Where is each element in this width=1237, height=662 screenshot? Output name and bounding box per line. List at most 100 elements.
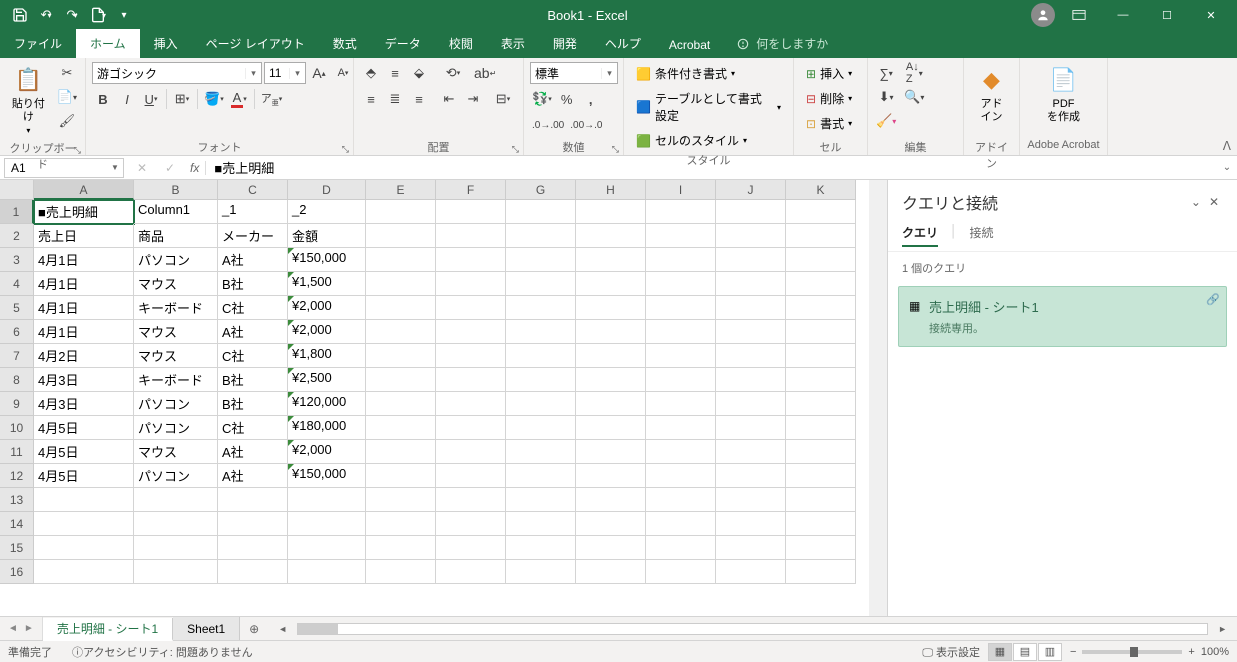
cell[interactable]	[506, 512, 576, 536]
page-break-view-button[interactable]: ▥	[1038, 643, 1062, 661]
expand-formula-bar[interactable]: ⌄	[1217, 162, 1237, 173]
cell[interactable]	[366, 368, 436, 392]
cell[interactable]	[786, 512, 856, 536]
align-top-button[interactable]: ⬘	[360, 62, 382, 84]
cell[interactable]: 4月5日	[34, 440, 134, 464]
decrease-decimal-button[interactable]: .00→.0	[568, 114, 604, 136]
cell[interactable]	[716, 296, 786, 320]
cell[interactable]	[576, 224, 646, 248]
cell[interactable]: 4月2日	[34, 344, 134, 368]
cell[interactable]	[716, 344, 786, 368]
zoom-in-button[interactable]: +	[1188, 646, 1194, 658]
zoom-out-button[interactable]: −	[1070, 646, 1076, 658]
cell[interactable]	[786, 392, 856, 416]
row-header[interactable]: 8	[0, 368, 34, 392]
cell[interactable]	[218, 536, 288, 560]
ribbon-tab-データ[interactable]: データ	[371, 29, 435, 58]
cell[interactable]	[506, 368, 576, 392]
row-header[interactable]: 13	[0, 488, 34, 512]
qat-customize[interactable]: ▾	[112, 3, 136, 27]
ribbon-tab-ファイル[interactable]: ファイル	[0, 29, 76, 58]
ribbon-tab-ページ レイアウト[interactable]: ページ レイアウト	[192, 29, 319, 58]
cell[interactable]: 4月1日	[34, 248, 134, 272]
find-select-button[interactable]: 🔍▾	[902, 86, 926, 108]
cell[interactable]: A社	[218, 440, 288, 464]
cell[interactable]	[34, 536, 134, 560]
cell[interactable]: キーボード	[134, 368, 218, 392]
cell[interactable]	[576, 368, 646, 392]
clipboard-dialog-launcher[interactable]: ⤡	[74, 145, 81, 156]
cell[interactable]: ■売上明細	[34, 200, 134, 224]
cell[interactable]: 4月3日	[34, 392, 134, 416]
cell[interactable]	[576, 536, 646, 560]
cell[interactable]: 商品	[134, 224, 218, 248]
column-header-G[interactable]: G	[506, 180, 576, 200]
cell[interactable]	[576, 512, 646, 536]
cell[interactable]	[716, 560, 786, 584]
cell[interactable]	[436, 440, 506, 464]
row-header[interactable]: 3	[0, 248, 34, 272]
border-button[interactable]: ⊞▾	[171, 88, 193, 110]
name-box[interactable]: A1▼	[4, 158, 124, 178]
font-color-button[interactable]: A▾	[228, 88, 250, 110]
cell[interactable]	[786, 224, 856, 248]
cell[interactable]	[436, 488, 506, 512]
horizontal-scrollbar[interactable]	[297, 623, 1208, 635]
ribbon-tab-挿入[interactable]: 挿入	[140, 29, 192, 58]
accessibility-status[interactable]: アクセシビリティ: 問題ありません	[83, 644, 253, 660]
cell[interactable]	[716, 248, 786, 272]
cell[interactable]	[646, 296, 716, 320]
cell[interactable]	[716, 488, 786, 512]
conditional-formatting-button[interactable]: 🟨条件付き書式 ▾	[630, 62, 741, 85]
tell-me-search[interactable]: 何をしますか	[724, 29, 840, 58]
cell[interactable]	[506, 320, 576, 344]
ribbon-tab-ホーム[interactable]: ホーム	[76, 29, 140, 58]
underline-button[interactable]: U▾	[140, 88, 162, 110]
fill-button[interactable]: ⬇ ▾	[874, 86, 898, 108]
cell[interactable]	[716, 440, 786, 464]
cell[interactable]: 金額	[288, 224, 366, 248]
cell[interactable]	[436, 224, 506, 248]
hscroll-left[interactable]: ◄	[278, 624, 287, 634]
cell[interactable]	[34, 488, 134, 512]
row-header[interactable]: 15	[0, 536, 34, 560]
cell[interactable]	[506, 488, 576, 512]
minimize-button[interactable]: —	[1103, 1, 1143, 29]
font-size-combo[interactable]: 11▾	[264, 62, 306, 84]
cell[interactable]	[646, 392, 716, 416]
cell[interactable]	[576, 440, 646, 464]
cell[interactable]: マウス	[134, 272, 218, 296]
cell[interactable]	[576, 248, 646, 272]
bold-button[interactable]: B	[92, 88, 114, 110]
cell[interactable]	[716, 368, 786, 392]
cell[interactable]	[436, 464, 506, 488]
cell[interactable]: C社	[218, 296, 288, 320]
sort-filter-button[interactable]: A↓Z▾	[902, 62, 926, 84]
cell[interactable]	[576, 272, 646, 296]
create-pdf-button[interactable]: 📄 PDF を作成	[1043, 62, 1084, 126]
cell[interactable]	[786, 560, 856, 584]
cell[interactable]: マウス	[134, 320, 218, 344]
cell[interactable]	[366, 512, 436, 536]
cell[interactable]	[218, 512, 288, 536]
cell[interactable]	[646, 344, 716, 368]
decrease-font-button[interactable]: A▾	[332, 62, 354, 84]
ribbon-tab-表示[interactable]: 表示	[487, 29, 539, 58]
row-header[interactable]: 14	[0, 512, 34, 536]
accounting-button[interactable]: 💱▾	[530, 88, 554, 110]
cell[interactable]	[646, 272, 716, 296]
cell[interactable]	[436, 200, 506, 224]
cell[interactable]: B社	[218, 392, 288, 416]
cell[interactable]	[366, 536, 436, 560]
cell[interactable]	[786, 536, 856, 560]
cell[interactable]	[366, 344, 436, 368]
cell[interactable]	[576, 464, 646, 488]
cell[interactable]: ¥2,000	[288, 320, 366, 344]
display-settings-button[interactable]: 🖵 表示設定	[922, 644, 980, 660]
align-bottom-button[interactable]: ⬙	[408, 62, 430, 84]
cell[interactable]	[134, 536, 218, 560]
cell[interactable]	[786, 272, 856, 296]
sheet-nav-prev[interactable]: ◄	[6, 621, 20, 636]
cut-button[interactable]: ✂	[55, 62, 79, 84]
ribbon-tab-Acrobat[interactable]: Acrobat	[655, 32, 724, 58]
